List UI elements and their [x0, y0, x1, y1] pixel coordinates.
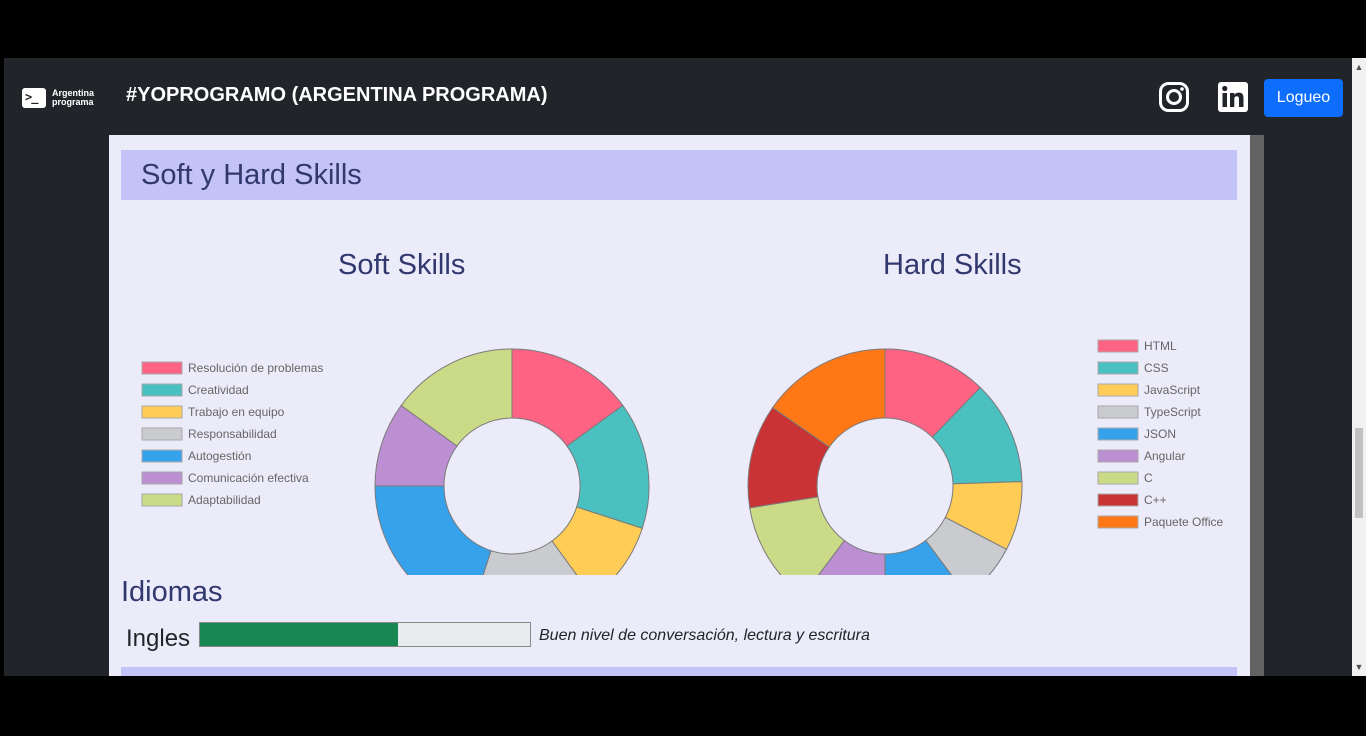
hard-legend-swatch-5[interactable]	[1097, 427, 1139, 441]
soft-legend-label-7[interactable]: Adaptabilidad	[188, 493, 261, 507]
next-section-header	[121, 667, 1237, 676]
soft-legend-swatch-7[interactable]	[141, 493, 183, 507]
hard-legend-swatch-6[interactable]	[1097, 449, 1139, 463]
logo-text-line2: programa	[52, 97, 94, 107]
soft-legend-swatch-1[interactable]	[141, 361, 183, 375]
terminal-icon: >_	[22, 88, 46, 108]
language-description: Buen nivel de conversación, lectura y es…	[539, 627, 870, 644]
navbar: >_ Argentina programa #YOPROGRAMO (ARGEN…	[4, 58, 1352, 135]
languages-title: Idiomas	[121, 576, 223, 608]
page-scrollbar[interactable]: ▲ ▼	[1352, 58, 1366, 676]
logo-text: Argentina programa	[52, 89, 94, 107]
soft-legend-label-1[interactable]: Resolución de problemas	[188, 361, 323, 375]
browser-viewport: >_ Argentina programa #YOPROGRAMO (ARGEN…	[4, 58, 1352, 676]
hard-legend-label-6[interactable]: Angular	[1144, 449, 1185, 463]
hard-legend-swatch-2[interactable]	[1097, 361, 1139, 375]
language-name: Ingles	[126, 625, 191, 652]
hard-legend-label-5[interactable]: JSON	[1144, 427, 1176, 441]
hard-legend-label-9[interactable]: Paquete Office	[1144, 515, 1223, 529]
soft-legend-swatch-5[interactable]	[141, 449, 183, 463]
soft-legend-label-4[interactable]: Responsabilidad	[188, 427, 277, 441]
hard-legend-swatch-1[interactable]	[1097, 339, 1139, 353]
soft-legend-swatch-4[interactable]	[141, 427, 183, 441]
hard-legend-label-1[interactable]: HTML	[1144, 339, 1177, 353]
hard-legend-label-2[interactable]: CSS	[1144, 361, 1169, 375]
login-button[interactable]: Logueo	[1264, 79, 1343, 117]
soft-legend-label-5[interactable]: Autogestión	[188, 449, 251, 463]
hard-legend-label-4[interactable]: TypeScript	[1144, 405, 1201, 419]
brand-logo[interactable]: >_ Argentina programa	[22, 87, 94, 109]
hard-legend-swatch-7[interactable]	[1097, 471, 1139, 485]
skills-charts: Resolución de problemas Creatividad Trabaj…	[141, 339, 1223, 575]
soft-legend-label-2[interactable]: Creatividad	[188, 383, 249, 397]
scroll-up-arrow-icon[interactable]: ▲	[1352, 60, 1366, 74]
hard-legend-label-7[interactable]: C	[1144, 471, 1153, 485]
scroll-down-arrow-icon[interactable]: ▼	[1352, 660, 1366, 674]
instagram-icon[interactable]	[1159, 82, 1189, 112]
soft-legend-swatch-2[interactable]	[141, 383, 183, 397]
content-edge	[1250, 135, 1264, 676]
site-title: #YOPROGRAMO (ARGENTINA PROGRAMA)	[126, 84, 548, 106]
language-progress-fill	[200, 623, 398, 646]
scrollbar-thumb[interactable]	[1355, 428, 1363, 518]
soft-legend-swatch-6[interactable]	[141, 471, 183, 485]
soft-slice-5[interactable]	[374, 485, 492, 575]
language-progress-bar	[199, 622, 531, 647]
soft-legend-label-3[interactable]: Trabajo en equipo	[188, 405, 285, 419]
hard-legend-swatch-4[interactable]	[1097, 405, 1139, 419]
main-content: Soft y Hard Skills Soft Skills Hard Skil…	[109, 135, 1250, 676]
hard-legend-label-8[interactable]: C++	[1144, 493, 1167, 507]
hard-legend-swatch-9[interactable]	[1097, 515, 1139, 529]
soft-legend-swatch-3[interactable]	[141, 405, 183, 419]
soft-legend-label-6[interactable]: Comunicación efectiva	[188, 471, 309, 485]
hard-legend-swatch-8[interactable]	[1097, 493, 1139, 507]
hard-legend-swatch-3[interactable]	[1097, 383, 1139, 397]
linkedin-icon[interactable]	[1218, 82, 1248, 112]
hard-legend-label-3[interactable]: JavaScript	[1144, 383, 1201, 397]
